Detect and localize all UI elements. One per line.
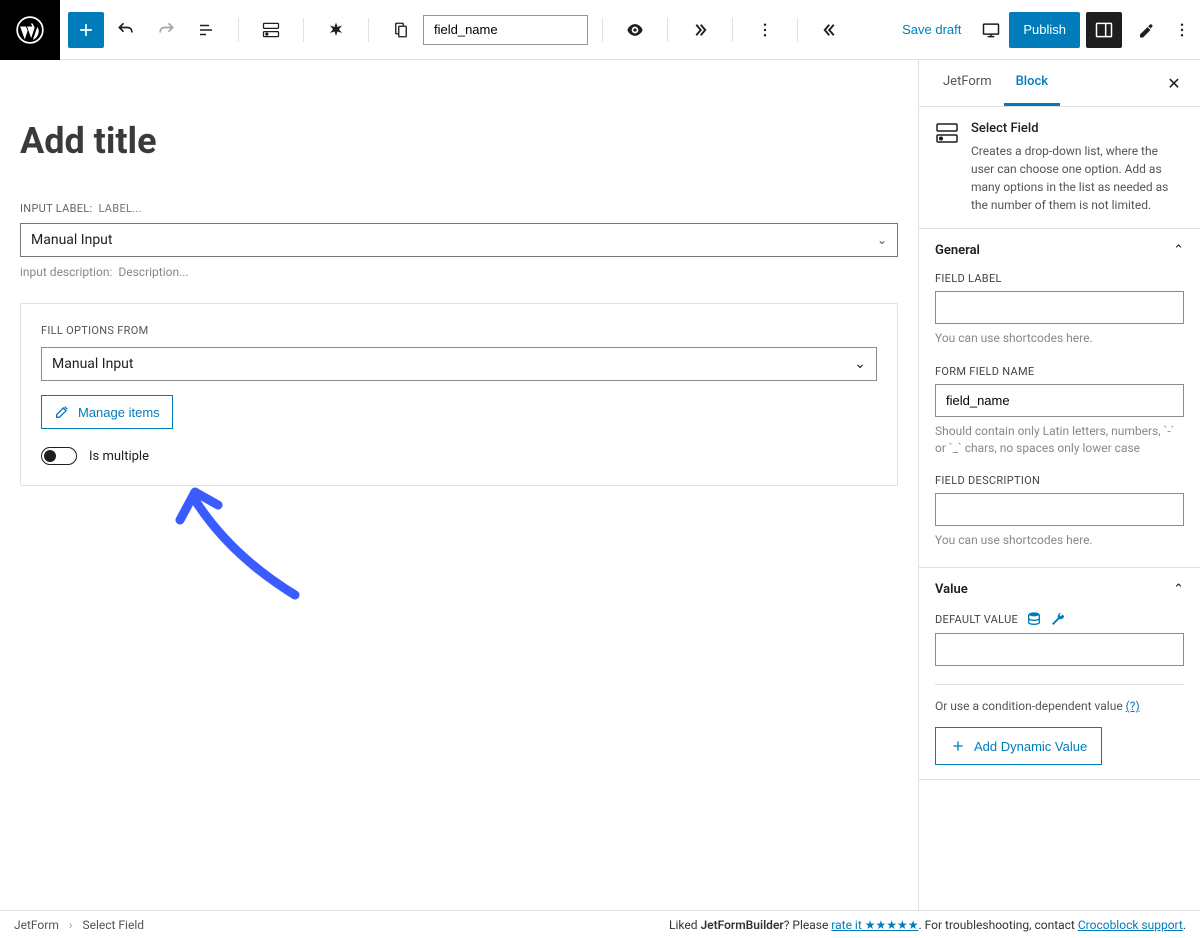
condition-help-link[interactable]: (?) bbox=[1126, 699, 1140, 713]
input-description-value[interactable]: Description... bbox=[118, 265, 188, 279]
panel-general: General ⌃ FIELD LABEL You can use shortc… bbox=[919, 229, 1200, 568]
redo-button[interactable] bbox=[148, 12, 184, 48]
field-name-input[interactable] bbox=[423, 15, 588, 45]
support-link[interactable]: Crocoblock support bbox=[1078, 918, 1183, 932]
manage-items-label: Manage items bbox=[78, 405, 160, 420]
default-value-input[interactable] bbox=[935, 633, 1184, 666]
fill-options-card: FILL OPTIONS FROM Manual Input ⌄ Manage … bbox=[20, 303, 898, 486]
copy-icon[interactable] bbox=[383, 12, 419, 48]
settings-toggle-icon[interactable] bbox=[1086, 12, 1122, 48]
input-label-value[interactable]: LABEL... bbox=[98, 202, 141, 215]
post-title-placeholder[interactable]: Add title bbox=[20, 120, 898, 162]
input-description-prefix: input description: bbox=[20, 265, 112, 279]
form-field-name-label: FORM FIELD NAME bbox=[935, 365, 1184, 378]
breadcrumb-item[interactable]: JetForm bbox=[14, 918, 59, 932]
field-description-label: FIELD DESCRIPTION bbox=[935, 474, 1184, 487]
main-select-field[interactable]: Manual Input ⌄ bbox=[20, 223, 898, 257]
chevron-down-icon: ⌄ bbox=[854, 356, 866, 372]
is-multiple-toggle[interactable] bbox=[41, 447, 77, 465]
is-multiple-row: Is multiple bbox=[41, 447, 877, 465]
undo-button[interactable] bbox=[108, 12, 144, 48]
fill-options-select[interactable]: Manual Input ⌄ bbox=[41, 347, 877, 381]
select-field-icon bbox=[935, 121, 959, 145]
database-icon[interactable] bbox=[1026, 611, 1042, 627]
editor-canvas: Add title INPUT LABEL: LABEL... Manual I… bbox=[0, 60, 918, 910]
panel-value: Value ⌃ DEFAULT VALUE bbox=[919, 568, 1200, 780]
fill-options-value: Manual Input bbox=[52, 356, 133, 372]
manage-items-button[interactable]: Manage items bbox=[41, 395, 173, 429]
annotation-arrow bbox=[170, 480, 320, 614]
breadcrumb: JetForm › Select Field bbox=[14, 918, 144, 932]
chevrons-right-icon[interactable] bbox=[682, 12, 718, 48]
save-draft-button[interactable]: Save draft bbox=[890, 14, 973, 45]
wrench-icon[interactable] bbox=[1050, 611, 1066, 627]
form-field-name-help: Should contain only Latin letters, numbe… bbox=[935, 423, 1184, 457]
tab-block[interactable]: Block bbox=[1004, 60, 1060, 106]
wp-logo[interactable] bbox=[0, 0, 60, 60]
field-label-label: FIELD LABEL bbox=[935, 272, 1184, 285]
condition-text: Or use a condition-dependent value (?) bbox=[935, 699, 1184, 713]
fill-options-label: FILL OPTIONS FROM bbox=[41, 324, 877, 337]
visibility-icon[interactable] bbox=[617, 12, 653, 48]
required-toggle-icon[interactable] bbox=[318, 12, 354, 48]
more-options-icon[interactable] bbox=[747, 12, 783, 48]
styles-icon[interactable] bbox=[1128, 12, 1164, 48]
block-description: Creates a drop-down list, where the user… bbox=[971, 142, 1184, 214]
panel-value-title: Value bbox=[935, 582, 968, 597]
block-title: Select Field bbox=[971, 121, 1184, 136]
add-dynamic-value-label: Add Dynamic Value bbox=[974, 739, 1087, 754]
footer-message: Liked JetFormBuilder? Please rate it ★★★… bbox=[669, 918, 1186, 932]
more-menu-icon[interactable] bbox=[1164, 12, 1200, 48]
field-label-input[interactable] bbox=[935, 291, 1184, 324]
input-label-row: INPUT LABEL: LABEL... bbox=[20, 202, 898, 215]
chevrons-left-icon[interactable] bbox=[812, 12, 848, 48]
chevron-up-icon: ⌃ bbox=[1173, 243, 1184, 258]
field-description-help: You can use shortcodes here. bbox=[935, 532, 1184, 549]
panel-value-header[interactable]: Value ⌃ bbox=[935, 582, 1184, 597]
close-sidebar-button[interactable]: ✕ bbox=[1160, 69, 1188, 97]
breadcrumb-item[interactable]: Select Field bbox=[82, 918, 144, 932]
preview-icon[interactable] bbox=[973, 12, 1009, 48]
add-block-button[interactable] bbox=[68, 12, 104, 48]
panel-general-title: General bbox=[935, 243, 980, 258]
field-description-input[interactable] bbox=[935, 493, 1184, 526]
is-multiple-label: Is multiple bbox=[89, 449, 149, 464]
document-overview-button[interactable] bbox=[188, 12, 224, 48]
input-label-prefix: INPUT LABEL: bbox=[20, 202, 92, 215]
chevron-up-icon: ⌃ bbox=[1173, 582, 1184, 597]
block-type-icon[interactable] bbox=[253, 12, 289, 48]
select-value: Manual Input bbox=[31, 232, 112, 248]
add-dynamic-value-button[interactable]: Add Dynamic Value bbox=[935, 727, 1102, 765]
block-info: Select Field Creates a drop-down list, w… bbox=[919, 107, 1200, 229]
rate-link[interactable]: rate it ★★★★★ bbox=[831, 918, 918, 932]
breadcrumb-separator: › bbox=[69, 918, 73, 932]
field-label-help: You can use shortcodes here. bbox=[935, 330, 1184, 347]
editor-topbar: Save draft Publish bbox=[0, 0, 1200, 60]
default-value-label: DEFAULT VALUE bbox=[935, 611, 1184, 627]
settings-sidebar: JetForm Block ✕ Select Field Creates a d… bbox=[918, 60, 1200, 910]
publish-button[interactable]: Publish bbox=[1009, 12, 1080, 48]
editor-footer: JetForm › Select Field Liked JetFormBuil… bbox=[0, 910, 1200, 938]
tab-jetform[interactable]: JetForm bbox=[931, 60, 1004, 106]
sidebar-tabs: JetForm Block ✕ bbox=[919, 60, 1200, 107]
chevron-down-icon: ⌄ bbox=[877, 233, 887, 247]
panel-general-header[interactable]: General ⌃ bbox=[935, 243, 1184, 258]
input-description-row: input description: Description... bbox=[20, 265, 898, 279]
form-field-name-input[interactable] bbox=[935, 384, 1184, 417]
